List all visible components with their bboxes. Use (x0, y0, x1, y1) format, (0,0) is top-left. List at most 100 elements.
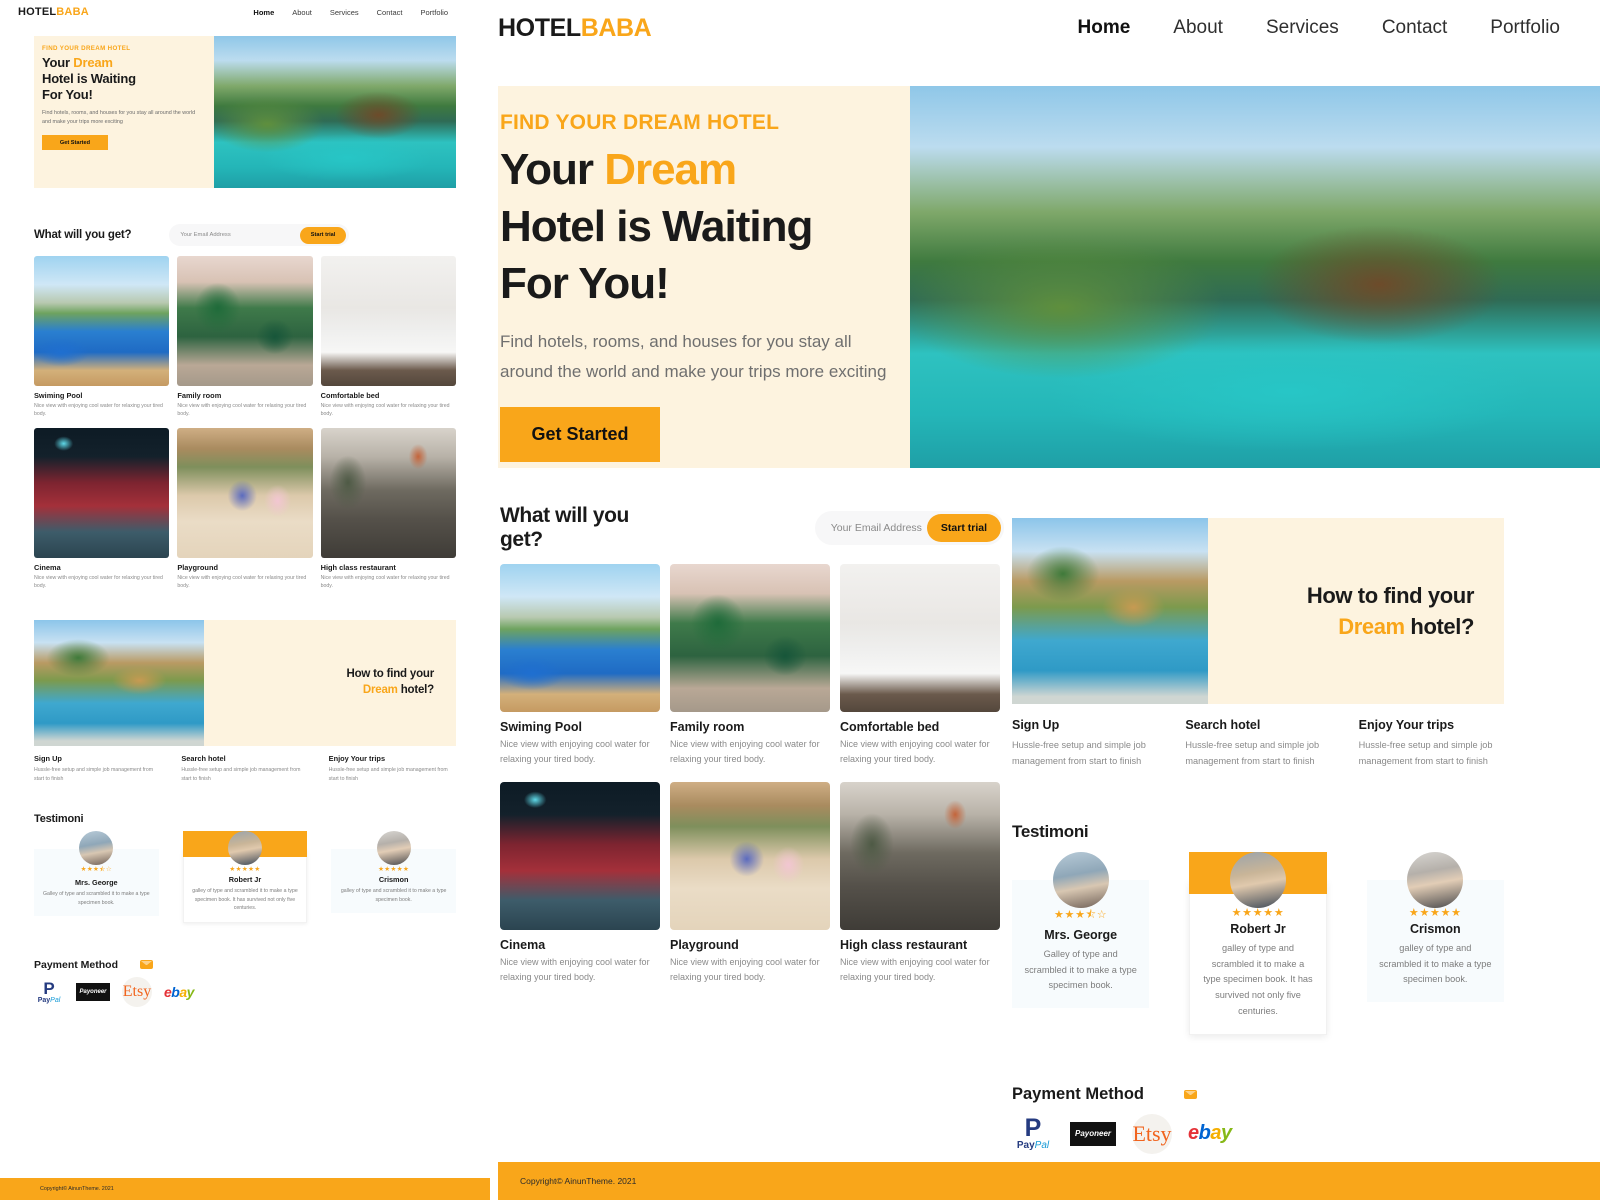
how-heading-rest: hotel? (397, 683, 435, 696)
payoneer-logo[interactable]: Payoneer (76, 982, 110, 1001)
feature-card-image (670, 781, 830, 930)
testimonial-card[interactable]: ★★★⯪☆ Mrs. George Galley of type and scr… (1012, 851, 1150, 1035)
feature-card-title: Playground (670, 937, 739, 952)
feature-card[interactable]: Swiming Pool Nice view with enjoying coo… (500, 564, 660, 768)
how-section: How to find your Dream hotel? (34, 619, 456, 746)
start-trial-button-large[interactable]: Start trial (926, 514, 1001, 542)
paypal-word-bold: Pay (37, 996, 51, 1004)
hero-title-line1-a: Your (42, 55, 74, 70)
feature-card-title: Cinema (500, 937, 546, 952)
testimonial-card[interactable]: ★★★★★ Crismon galley of type and scrambl… (331, 831, 456, 922)
nav-item-home-large[interactable]: Home (1078, 17, 1131, 39)
feature-card-image (177, 256, 313, 386)
ebay-letter-y: y (186, 983, 195, 1000)
start-trial-button[interactable]: Start trial (299, 226, 347, 244)
brand-logo-accent: BABA (56, 6, 89, 18)
nav-item-contact[interactable]: Contact (377, 8, 403, 17)
feature-card[interactable]: Comfortable bed Nice view with enjoying … (840, 564, 1000, 768)
feature-card-desc: Nice view with enjoying cool water for r… (670, 739, 820, 765)
star-rating: ★★★★★ (229, 866, 261, 874)
star-rating: ★★★⯪☆ (80, 866, 113, 874)
mail-icon (140, 960, 154, 970)
ebay-letter-e: e (164, 983, 172, 1000)
hero-title-line1-a-large: Your (500, 145, 605, 194)
etsy-logo[interactable]: Etsy (122, 976, 152, 1007)
testimonial-card[interactable]: ★★★★★ Crismon galley of type and scrambl… (1366, 851, 1504, 1035)
how-step-title: Enjoy Your trips (1358, 718, 1455, 732)
feature-card[interactable]: Cinema Nice view with enjoying cool wate… (34, 427, 170, 591)
brand-logo-accent-large: BABA (580, 13, 652, 42)
hero-section: FIND YOUR DREAM HOTEL Your Dream Hotel i… (34, 36, 456, 188)
testimonial-name: Mrs. George (75, 878, 118, 888)
nav-item-portfolio[interactable]: Portfolio (420, 8, 448, 17)
how-step: Enjoy Your trips Hussle-free setup and s… (329, 754, 456, 784)
get-started-button-large[interactable]: Get Started (500, 407, 660, 463)
features-grid-large: Swiming Pool Nice view with enjoying coo… (500, 564, 1004, 999)
how-section-large: How to find your Dream hotel? (1012, 518, 1504, 704)
hero-title-accent: Dream (73, 55, 113, 70)
ebay-letter-b: b (171, 983, 180, 1000)
hero-eyebrow: FIND YOUR DREAM HOTEL (42, 45, 131, 52)
paypal-logo[interactable]: P PayPal (1012, 1115, 1054, 1153)
how-step: Sign Up Hussle-free setup and simple job… (1012, 718, 1157, 770)
avatar (376, 831, 411, 866)
email-signup-bar: Your Email Address Start trial (169, 224, 350, 246)
payment-logos-large: P PayPal Payoneer Etsy ebay (1012, 1113, 1504, 1154)
testimonial-name: Robert Jr (228, 875, 262, 885)
hero-eyebrow-large: FIND YOUR DREAM HOTEL (500, 111, 780, 134)
feature-card-image (177, 427, 313, 558)
email-input-large[interactable]: Your Email Address (831, 522, 922, 534)
brand-logo[interactable]: HOTELBABA (18, 6, 89, 18)
footer-bar-large: Copyright© AinunTheme. 2021 (498, 1162, 1600, 1200)
brand-logo-large[interactable]: HOTELBABA (498, 13, 652, 43)
payment-title-large: Payment Method (1012, 1084, 1145, 1103)
nav-item-portfolio-large[interactable]: Portfolio (1490, 17, 1560, 39)
paypal-word-bold: Pay (1016, 1140, 1035, 1152)
feature-card-title: Playground (177, 562, 218, 572)
feature-card-desc: Nice view with enjoying cool water for r… (320, 403, 450, 418)
testimonials-title: Testimoni (34, 813, 84, 826)
nav-item-home[interactable]: Home (253, 8, 274, 17)
feature-card-image (34, 256, 170, 386)
testimonial-text: galley of type and scrambled it to make … (1203, 942, 1313, 1017)
feature-card[interactable]: Family room Nice view with enjoying cool… (177, 256, 313, 419)
nav-item-about[interactable]: About (292, 8, 312, 17)
feature-card[interactable]: Swiming Pool Nice view with enjoying coo… (34, 256, 170, 419)
hero-copy: FIND YOUR DREAM HOTEL Your Dream Hotel i… (34, 36, 214, 188)
feature-card-image (500, 781, 660, 930)
email-input[interactable]: Your Email Address (180, 232, 230, 238)
ebay-logo[interactable]: ebay (1188, 1122, 1232, 1145)
paypal-logo[interactable]: P PayPal (34, 979, 64, 1005)
footer-bar: Copyright© AinunTheme. 2021 (0, 1178, 490, 1200)
feature-card[interactable]: Cinema Nice view with enjoying cool wate… (500, 781, 660, 986)
ebay-logo[interactable]: ebay (164, 984, 194, 1000)
payoneer-logo[interactable]: Payoneer (1070, 1121, 1116, 1146)
testimonial-card[interactable]: ★★★⯪☆ Mrs. George Galley of type and scr… (34, 831, 159, 922)
how-heading-accent: Dream (362, 683, 398, 696)
nav-item-about-large[interactable]: About (1173, 17, 1223, 39)
footer-copyright-large: Copyright© AinunTheme. 2021 (520, 1176, 637, 1186)
feature-card[interactable]: Family room Nice view with enjoying cool… (670, 564, 830, 768)
star-rating: ★★★★★ (378, 866, 410, 874)
payment-title: Payment Method (34, 958, 119, 971)
hero-section-large: FIND YOUR DREAM HOTEL Your Dream Hotel i… (498, 86, 1600, 468)
nav-item-services-large[interactable]: Services (1266, 17, 1339, 39)
feature-card[interactable]: Playground Nice view with enjoying cool … (177, 427, 313, 591)
how-step-title: Search hotel (1185, 718, 1261, 732)
testimonial-card-featured[interactable]: ★★★★★ Robert Jr galley of type and scram… (1189, 851, 1327, 1035)
etsy-logo[interactable]: Etsy (1132, 1113, 1172, 1154)
compact-navbar: HOTELBABA Home About Services Contact Po… (0, 0, 490, 24)
feature-card-image (500, 564, 660, 712)
email-signup-bar-large: Your Email Address Start trial (814, 511, 1004, 545)
feature-card[interactable]: Comfortable bed Nice view with enjoying … (320, 256, 456, 419)
nav-item-services[interactable]: Services (330, 8, 359, 17)
feature-card[interactable]: High class restaurant Nice view with enj… (840, 781, 1000, 986)
feature-card[interactable]: High class restaurant Nice view with enj… (320, 427, 456, 591)
hero-image (214, 36, 456, 188)
testimonial-card-featured[interactable]: ★★★★★ Robert Jr galley of type and scram… (182, 831, 308, 923)
payment-logos: P PayPal Payoneer Etsy ebay (34, 976, 490, 1007)
how-steps-large: Sign Up Hussle-free setup and simple job… (1012, 718, 1504, 770)
feature-card[interactable]: Playground Nice view with enjoying cool … (670, 781, 830, 986)
nav-item-contact-large[interactable]: Contact (1382, 17, 1447, 39)
get-started-button[interactable]: Get Started (42, 135, 108, 151)
